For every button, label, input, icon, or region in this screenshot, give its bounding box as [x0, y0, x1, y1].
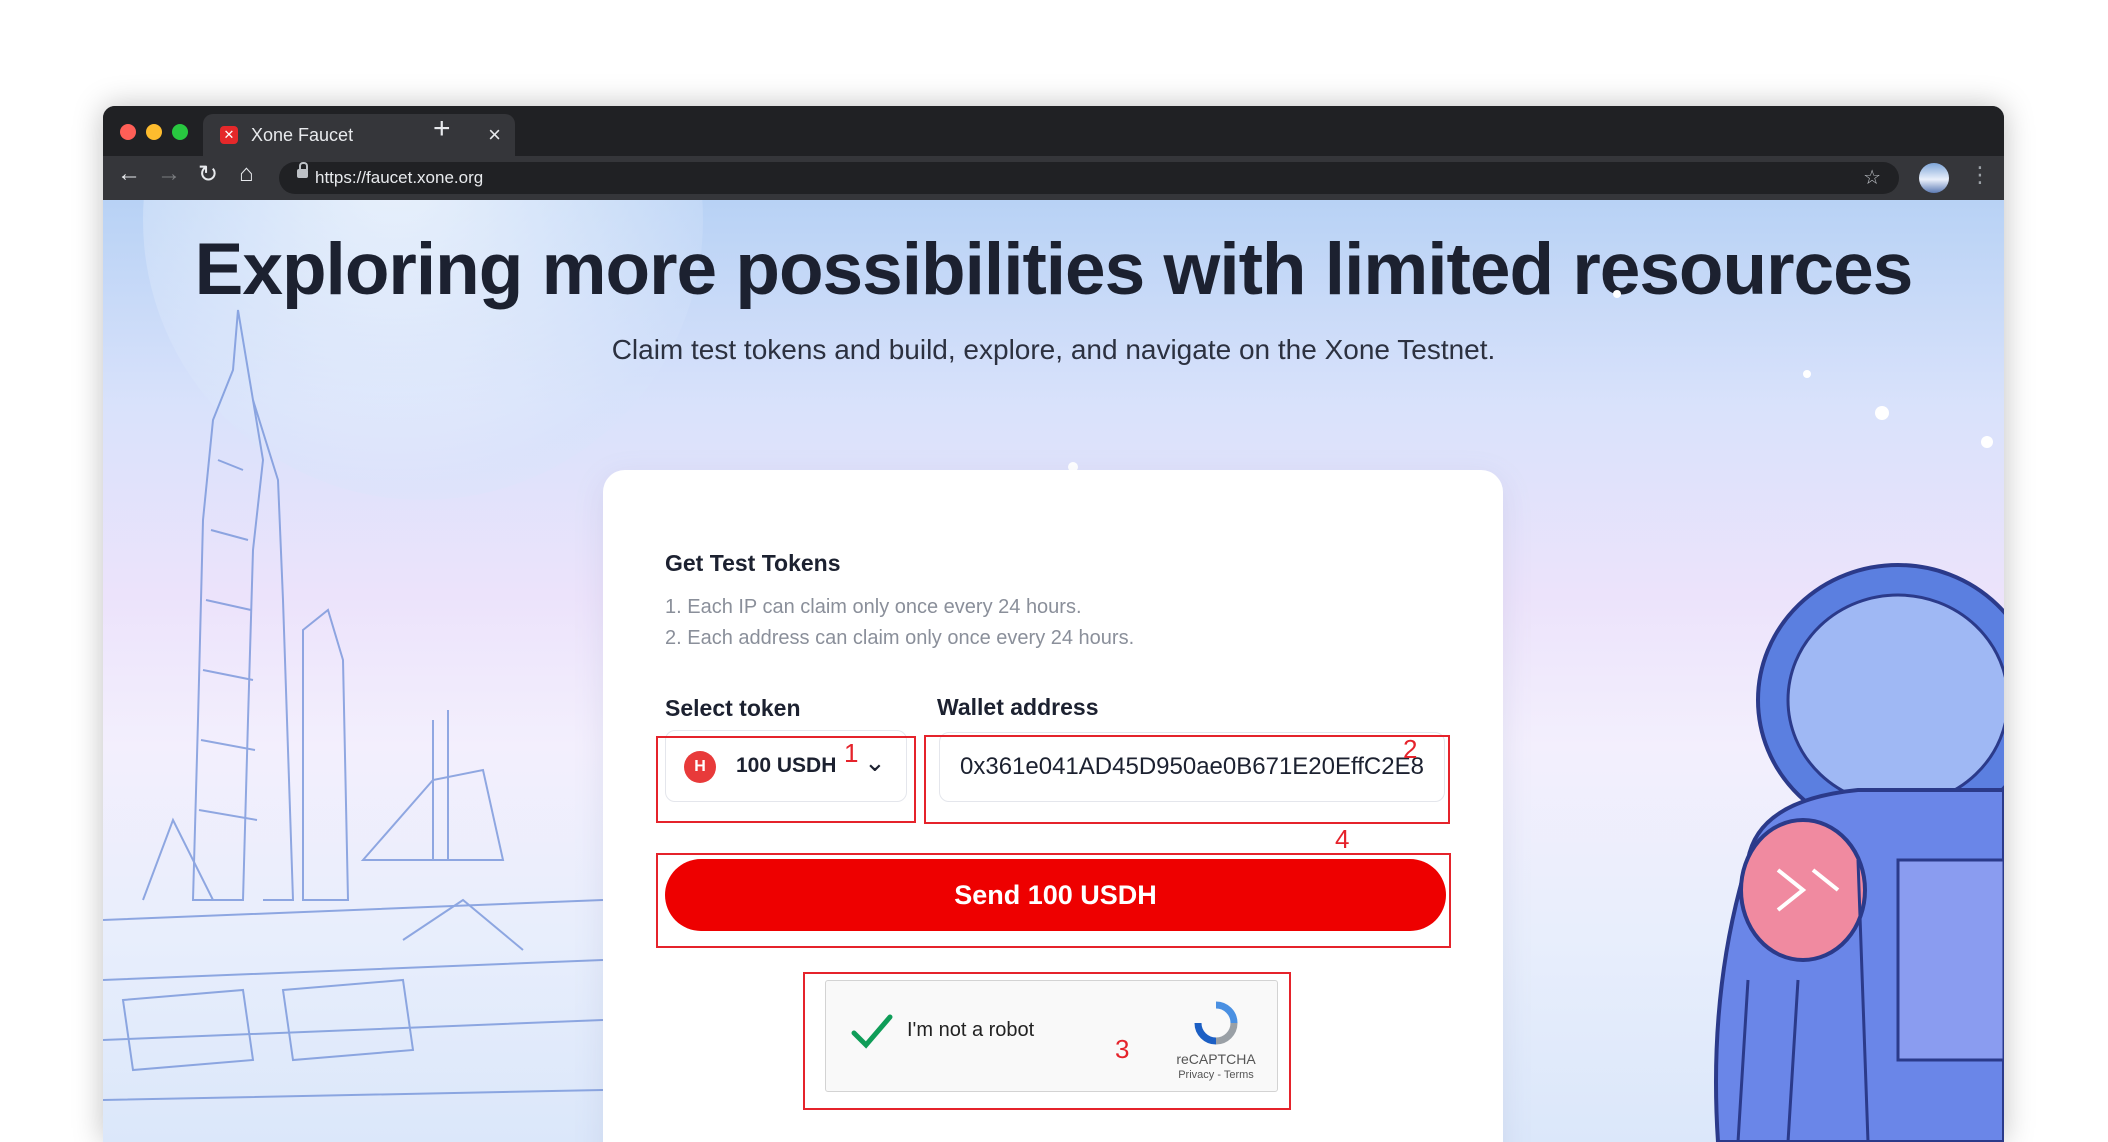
annotation-number-3: 3: [1115, 1034, 1130, 1064]
hero-title: Exploring more possibilities with limite…: [194, 229, 1914, 310]
close-window-button[interactable]: [120, 124, 136, 140]
annotation-box-wallet: [924, 735, 1450, 824]
star-decoration: [1875, 406, 1889, 420]
wallet-address-label: Wallet address: [937, 694, 1099, 720]
star-decoration: [1613, 290, 1621, 298]
new-tab-button[interactable]: +: [433, 112, 451, 146]
tab-xone-faucet[interactable]: ✕ Xone Faucet ×: [203, 114, 515, 156]
annotation-number-2: 2: [1403, 734, 1418, 764]
maximize-window-button[interactable]: [172, 124, 188, 140]
city-illustration: [103, 309, 603, 1101]
tab-title: Xone Faucet: [251, 125, 354, 145]
bookmark-star-icon[interactable]: ☆: [1863, 165, 1881, 190]
annotation-box-send: [656, 853, 1451, 948]
tab-bar: ✕ Xone Faucet × +: [103, 106, 2004, 156]
annotation-box-captcha: [803, 972, 1291, 1110]
annotation-number-4: 4: [1335, 824, 1350, 854]
tab-close-icon[interactable]: ×: [488, 122, 501, 148]
browser-toolbar: ← → ↻ ⌂ https://faucet.xone.org ☆ ⋮: [103, 156, 2004, 200]
rule-ip-limit: 1. Each IP can claim only once every 24 …: [665, 596, 1082, 618]
rule-address-limit: 2. Each address can claim only once ever…: [665, 627, 1135, 649]
forward-arrow-icon[interactable]: →: [157, 160, 181, 188]
profile-avatar[interactable]: [1919, 163, 1949, 193]
browser-window: ✕ Xone Faucet × + ← → ↻ ⌂ https://faucet…: [103, 106, 2004, 1142]
hero-subtitle: Claim test tokens and build, explore, an…: [611, 334, 1496, 365]
annotation-number-1: 1: [844, 738, 859, 768]
card-title: Get Test Tokens: [665, 550, 841, 576]
star-decoration: [1981, 436, 1993, 448]
lock-icon: [297, 162, 308, 178]
star-decoration: [1803, 370, 1811, 378]
astronaut-illustration: [1714, 563, 2004, 1142]
xone-favicon-icon: ✕: [220, 126, 238, 144]
url-text[interactable]: https://faucet.xone.org: [315, 168, 483, 188]
back-arrow-icon[interactable]: ←: [117, 160, 141, 188]
reload-icon[interactable]: ↻: [198, 160, 218, 189]
page-viewport: Exploring more possibilities with limite…: [103, 200, 2004, 1142]
minimize-window-button[interactable]: [146, 124, 162, 140]
address-bar[interactable]: https://faucet.xone.org ☆: [279, 162, 1899, 194]
select-token-label: Select token: [665, 695, 801, 721]
annotation-box-token: [656, 736, 916, 823]
home-icon[interactable]: ⌂: [239, 160, 254, 188]
browser-menu-icon[interactable]: ⋮: [1969, 162, 1991, 188]
